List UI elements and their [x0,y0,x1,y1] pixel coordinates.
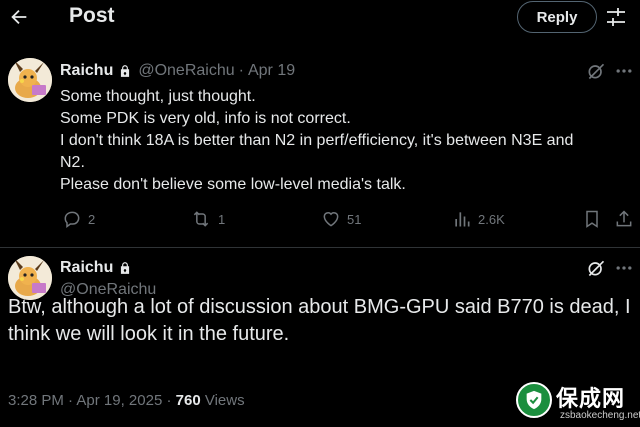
bookmark-icon [586,210,598,228]
tweet1-line: Some thought, just thought. [60,88,256,105]
post-date[interactable]: Apr 19, 2025 [76,392,162,409]
lock-icon [121,65,130,77]
views-action[interactable]: 2.6K [452,207,505,231]
repost-count: 1 [218,211,226,227]
reply-action[interactable]: 2 [62,207,95,231]
raichu-avatar-image [8,58,52,102]
tweet2-body: Btw, although a lot of discussion about … [8,296,631,345]
shield-check-icon [526,390,542,410]
grok-icon [588,63,605,80]
bookmark-action[interactable] [582,207,602,231]
grok-icon [588,260,605,277]
tweet1-name-row: Raichu @OneRaichu · Apr 19 [60,62,295,80]
separator-dot: · [238,62,244,79]
separator-dot: · [166,392,176,409]
like-action[interactable]: 51 [321,207,361,231]
watermark-url: zsbaokecheng.net [560,410,640,421]
more-icon [616,69,632,73]
back-arrow-icon [11,9,27,25]
tweet1-line: Some PDK is very old, info is not correc… [60,110,351,127]
tweet1-line: Please don't believe some low-level medi… [60,176,406,193]
page-title: Post [69,4,115,27]
action-bar: 2 1 51 2.6K [0,207,640,231]
user-handle[interactable]: @OneRaichu [138,62,234,80]
watermark-logo [516,382,552,418]
share-icon [616,210,632,227]
filter-button[interactable] [604,5,628,29]
avatar[interactable] [8,58,52,102]
back-button[interactable] [6,4,32,30]
filter-icon [607,8,625,26]
display-name[interactable]: Raichu [60,62,113,80]
views-count: 2.6K [478,211,505,227]
tweet1-line: I don't think 18A is better than N2 in p… [60,132,574,149]
post-time[interactable]: 3:28 PM [8,392,64,409]
grok-button[interactable] [586,258,606,278]
like-count: 51 [347,211,362,227]
more-button[interactable] [614,61,634,81]
tweet1-body: Some thought, just thought. Some PDK is … [60,86,630,196]
reply-icon [64,211,80,228]
display-name[interactable]: Raichu [60,259,113,277]
repost-icon [193,211,209,227]
lock-icon [121,262,130,274]
header: Post Reply [0,0,640,36]
views-icon [455,212,470,227]
share-action[interactable] [614,207,634,231]
like-icon [323,212,339,227]
views-count: 760 [175,392,201,409]
post-date[interactable]: Apr 19 [248,62,295,80]
grok-button[interactable] [586,61,606,81]
more-icon [616,266,632,270]
reply-button[interactable]: Reply [517,1,597,33]
reply-count: 2 [88,211,96,227]
more-button[interactable] [614,258,634,278]
repost-action[interactable]: 1 [190,207,225,231]
tweet2-name-row: Raichu [60,259,132,277]
watermark: 保成网 zsbaokecheng.net [516,380,640,427]
watermark-title: 保成网 [556,386,626,411]
timestamp-row: 3:28 PM · Apr 19, 2025 · 760 Views [8,392,245,409]
tweet1-line: N2. [60,154,85,171]
views-label: Views [204,392,245,409]
